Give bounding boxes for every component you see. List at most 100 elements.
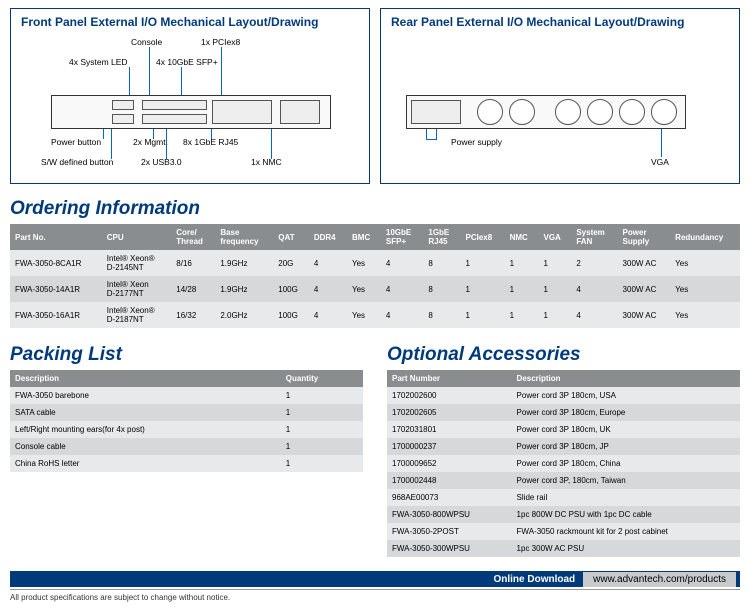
label-psu: Power supply bbox=[451, 137, 502, 147]
table-cell: 20G bbox=[273, 250, 309, 276]
table-cell: Yes bbox=[347, 250, 381, 276]
table-row: 1702031801Power cord 3P 180cm, UK bbox=[387, 421, 740, 438]
column-header: System FAN bbox=[571, 224, 617, 250]
table-cell: 1700002448 bbox=[387, 472, 512, 489]
column-header: Part Number bbox=[387, 370, 512, 387]
table-cell: FWA-3050-14A1R bbox=[10, 276, 102, 302]
table-cell: 1700000237 bbox=[387, 438, 512, 455]
table-cell: 1 bbox=[281, 438, 363, 455]
front-panel-title: Front Panel External I/O Mechanical Layo… bbox=[21, 15, 359, 29]
label-powerbtn: Power button bbox=[51, 137, 101, 147]
table-row: FWA-3050-800WPSU1pc 800W DC PSU with 1pc… bbox=[387, 506, 740, 523]
rear-panel-title: Rear Panel External I/O Mechanical Layou… bbox=[391, 15, 729, 29]
packing-section: Packing List DescriptionQuantity FWA-305… bbox=[10, 338, 363, 557]
table-cell: 2 bbox=[571, 250, 617, 276]
table-cell: 8/16 bbox=[171, 250, 215, 276]
front-chassis bbox=[51, 95, 331, 129]
table-cell: 100G bbox=[273, 302, 309, 328]
table-row: SATA cable1 bbox=[10, 404, 363, 421]
footer-bar: Online Download www.advantech.com/produc… bbox=[10, 571, 740, 587]
table-cell: SATA cable bbox=[10, 404, 281, 421]
column-header: Part No. bbox=[10, 224, 102, 250]
table-row: FWA-3050-300WPSU1pc 300W AC PSU bbox=[387, 540, 740, 557]
column-header: Description bbox=[10, 370, 281, 387]
table-cell: 1 bbox=[505, 250, 539, 276]
label-usb: 2x USB3.0 bbox=[141, 157, 182, 167]
column-header: NMC bbox=[505, 224, 539, 250]
table-cell: FWA-3050 barebone bbox=[10, 387, 281, 404]
download-url[interactable]: www.advantech.com/products bbox=[583, 572, 736, 587]
table-row: FWA-3050-8CA1RIntel® Xeon® D-2145NT8/161… bbox=[10, 250, 740, 276]
table-cell: 4 bbox=[571, 302, 617, 328]
table-cell: Power cord 3P 180cm, China bbox=[512, 455, 740, 472]
table-cell: 1 bbox=[461, 276, 505, 302]
rear-panel-box: Rear Panel External I/O Mechanical Layou… bbox=[380, 8, 740, 184]
table-cell: 1 bbox=[281, 455, 363, 472]
table-cell: 4 bbox=[381, 276, 423, 302]
table-cell: 1.9GHz bbox=[215, 276, 273, 302]
table-row: 1700000237Power cord 3P 180cm, JP bbox=[387, 438, 740, 455]
label-console: Console bbox=[131, 37, 162, 47]
column-header: Core/ Thread bbox=[171, 224, 215, 250]
label-swbtn: S/W defined button bbox=[41, 157, 113, 167]
table-cell: Intel® Xeon D-2177NT bbox=[102, 276, 171, 302]
rear-diagram: Power supply VGA bbox=[391, 35, 729, 175]
table-cell: Yes bbox=[347, 302, 381, 328]
table-cell: 4 bbox=[571, 276, 617, 302]
table-row: FWA-3050-14A1RIntel® Xeon D-2177NT14/281… bbox=[10, 276, 740, 302]
table-cell: 4 bbox=[381, 302, 423, 328]
panel-row: Front Panel External I/O Mechanical Layo… bbox=[10, 8, 740, 184]
table-cell: Power cord 3P 180cm, USA bbox=[512, 387, 740, 404]
table-cell: Slide rail bbox=[512, 489, 740, 506]
ordering-title: Ordering Information bbox=[10, 198, 740, 220]
table-cell: 1 bbox=[281, 421, 363, 438]
table-row: China RoHS letter1 bbox=[10, 455, 363, 472]
table-cell: 1 bbox=[281, 404, 363, 421]
column-header: QAT bbox=[273, 224, 309, 250]
table-row: 1700009652Power cord 3P 180cm, China bbox=[387, 455, 740, 472]
table-cell: 1 bbox=[538, 276, 571, 302]
table-cell: 1 bbox=[538, 250, 571, 276]
download-label: Online Download bbox=[485, 572, 583, 587]
table-cell: FWA-3050-800WPSU bbox=[387, 506, 512, 523]
table-cell: Power cord 3P 180cm, UK bbox=[512, 421, 740, 438]
table-cell: 1702002600 bbox=[387, 387, 512, 404]
label-nmc: 1x NMC bbox=[251, 157, 282, 167]
packing-table: DescriptionQuantity FWA-3050 barebone1SA… bbox=[10, 370, 363, 472]
table-cell: 8 bbox=[423, 250, 460, 276]
table-cell: 1pc 800W DC PSU with 1pc DC cable bbox=[512, 506, 740, 523]
table-cell: 1 bbox=[505, 276, 539, 302]
table-cell: 300W AC bbox=[618, 276, 671, 302]
table-cell: FWA-3050 rackmount kit for 2 post cabine… bbox=[512, 523, 740, 540]
table-cell: 1.9GHz bbox=[215, 250, 273, 276]
table-row: FWA-3050 barebone1 bbox=[10, 387, 363, 404]
table-cell: 1 bbox=[538, 302, 571, 328]
table-cell: 1702031801 bbox=[387, 421, 512, 438]
table-cell: 1700009652 bbox=[387, 455, 512, 472]
table-cell: Yes bbox=[347, 276, 381, 302]
table-row: FWA-3050-2POSTFWA-3050 rackmount kit for… bbox=[387, 523, 740, 540]
table-cell: 4 bbox=[309, 302, 347, 328]
table-row: Left/Right mounting ears(for 4x post)1 bbox=[10, 421, 363, 438]
table-row: FWA-3050-16A1RIntel® Xeon® D-2187NT16/32… bbox=[10, 302, 740, 328]
table-row: 1702002605Power cord 3P 180cm, Europe bbox=[387, 404, 740, 421]
table-row: Console cable1 bbox=[10, 438, 363, 455]
table-cell: Left/Right mounting ears(for 4x post) bbox=[10, 421, 281, 438]
front-panel-box: Front Panel External I/O Mechanical Layo… bbox=[10, 8, 370, 184]
label-sfp: 4x 10GbE SFP+ bbox=[156, 57, 218, 67]
table-cell: 1pc 300W AC PSU bbox=[512, 540, 740, 557]
column-header: VGA bbox=[538, 224, 571, 250]
table-cell: Console cable bbox=[10, 438, 281, 455]
table-row: 968AE00073Slide rail bbox=[387, 489, 740, 506]
label-pciex8: 1x PCIex8 bbox=[201, 37, 240, 47]
table-cell: China RoHS letter bbox=[10, 455, 281, 472]
column-header: Base frequency bbox=[215, 224, 273, 250]
table-cell: 8 bbox=[423, 276, 460, 302]
label-vga: VGA bbox=[651, 157, 669, 167]
table-row: 1700002448Power cord 3P, 180cm, Taiwan bbox=[387, 472, 740, 489]
table-cell: 1 bbox=[461, 250, 505, 276]
ordering-table: Part No.CPUCore/ ThreadBase frequencyQAT… bbox=[10, 224, 740, 328]
column-header: Power Supply bbox=[618, 224, 671, 250]
table-cell: 300W AC bbox=[618, 302, 671, 328]
accessories-title: Optional Accessories bbox=[387, 344, 740, 366]
